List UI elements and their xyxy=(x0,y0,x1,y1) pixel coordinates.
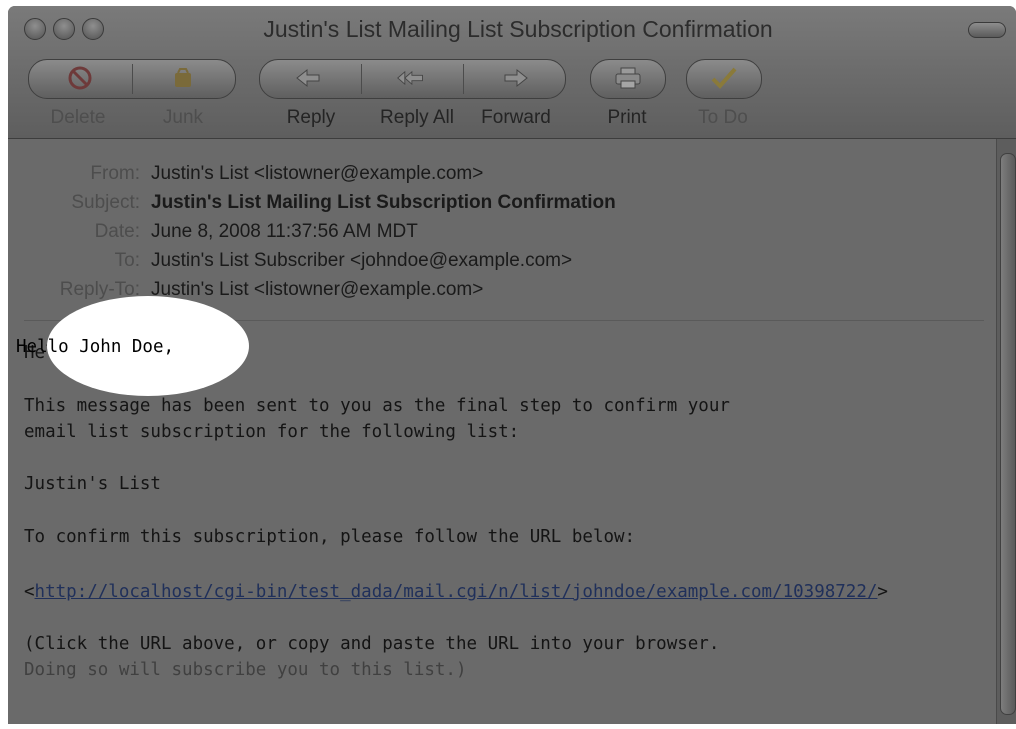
window-title: Justin's List Mailing List Subscription … xyxy=(263,16,773,42)
junk-button[interactable]: Junk xyxy=(148,107,218,129)
message-headers: From: Justin's List <listowner@example.c… xyxy=(8,139,994,319)
body-paragraph-line-2: email list subscription for the followin… xyxy=(24,422,520,442)
minimize-window-button[interactable] xyxy=(53,18,75,40)
delete-button[interactable]: Delete xyxy=(40,107,116,129)
url-open-bracket: < xyxy=(24,582,35,602)
note-line-1: (Click the URL above, or copy and paste … xyxy=(24,634,720,654)
todo-button[interactable]: To Do xyxy=(688,107,758,129)
subject-value: Justin's List Mailing List Subscription … xyxy=(151,192,616,213)
toolbar-toggle-button[interactable] xyxy=(968,22,1006,38)
delete-junk-group xyxy=(28,59,236,99)
list-name-line: Justin's List xyxy=(24,474,161,494)
reply-to-value[interactable]: Justin's List <listowner@example.com> xyxy=(151,279,483,301)
close-window-button[interactable] xyxy=(24,18,46,40)
vertical-scrollbar[interactable] xyxy=(996,139,1016,724)
zoom-window-button[interactable] xyxy=(82,18,104,40)
to-label: To: xyxy=(114,250,140,271)
highlighted-greeting: Hello John Doe, xyxy=(16,337,175,357)
print-button[interactable]: Print xyxy=(594,107,660,129)
confirmation-url-line: <http://localhost/cgi-bin/test_dada/mail… xyxy=(24,582,888,602)
title-toolbar: Justin's List Mailing List Subscription … xyxy=(8,6,1016,139)
to-value[interactable]: Justin's List Subscriber <johndoe@exampl… xyxy=(151,250,572,272)
reply-all-arrow-icon[interactable] xyxy=(396,64,426,92)
subject-label: Subject: xyxy=(71,192,140,213)
confirmation-link[interactable]: http://localhost/cgi-bin/test_dada/mail.… xyxy=(35,582,878,602)
body-paragraph-line-1: This message has been sent to you as the… xyxy=(24,396,730,416)
date-value: June 8, 2008 11:37:56 AM MDT xyxy=(151,221,418,242)
forward-button[interactable]: Forward xyxy=(471,107,561,129)
note-line-2: Doing so will subscribe you to this list… xyxy=(24,660,467,680)
instruction-line: To confirm this subscription, please fol… xyxy=(24,527,636,547)
printer-icon[interactable] xyxy=(613,64,643,92)
url-close-bracket: > xyxy=(877,582,888,602)
junk-bag-icon[interactable] xyxy=(168,64,198,92)
forward-arrow-icon[interactable] xyxy=(500,64,530,92)
date-label: Date: xyxy=(94,221,140,242)
from-label: From: xyxy=(90,163,140,184)
reply-button[interactable]: Reply xyxy=(276,107,346,129)
reply-all-button[interactable]: Reply All xyxy=(367,107,467,129)
scrollbar-thumb[interactable] xyxy=(1000,153,1016,715)
reply-arrow-icon[interactable] xyxy=(294,64,324,92)
prohibited-icon[interactable] xyxy=(65,64,95,92)
checkmark-icon[interactable] xyxy=(709,64,739,92)
from-value[interactable]: Justin's List <listowner@example.com> xyxy=(151,163,483,185)
